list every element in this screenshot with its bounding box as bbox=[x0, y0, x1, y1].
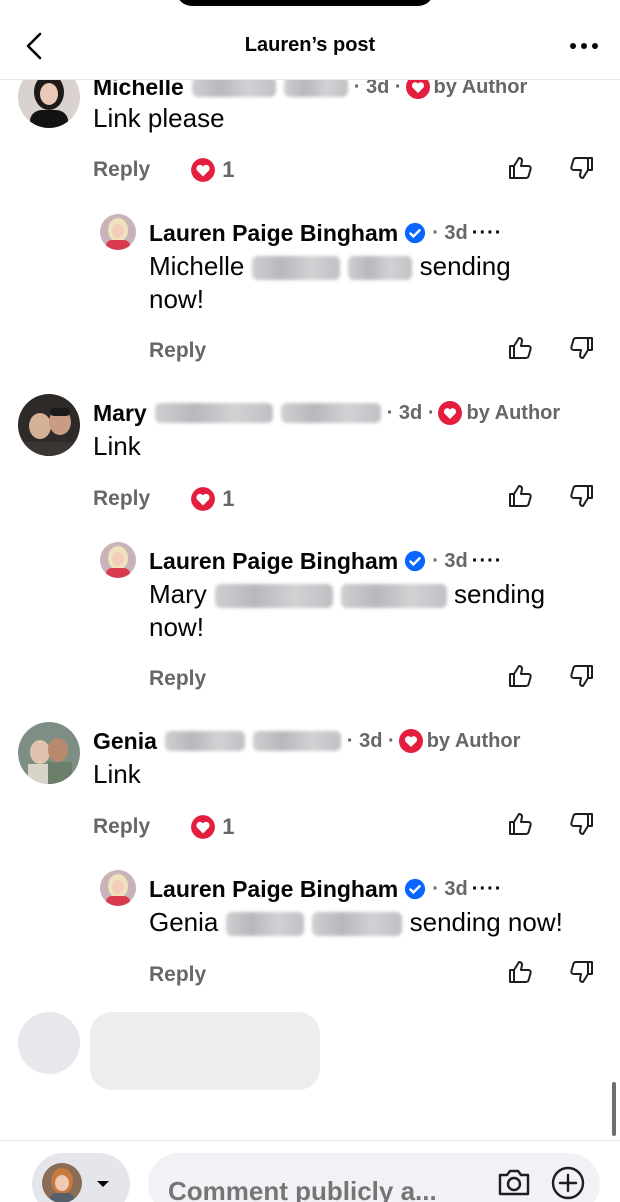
heart-icon bbox=[398, 729, 423, 753]
comment-text: Link please bbox=[93, 103, 225, 133]
downvote-icon[interactable] bbox=[568, 958, 596, 986]
upvote-icon[interactable] bbox=[506, 482, 534, 510]
avatar[interactable] bbox=[100, 870, 136, 906]
author-tag: by Author bbox=[426, 729, 521, 752]
avatar[interactable] bbox=[100, 214, 136, 250]
reply-text: Mary sending bbox=[149, 579, 546, 609]
timestamp: · 3d · bbox=[386, 401, 435, 424]
redacted-name bbox=[164, 731, 245, 751]
author-name[interactable]: Lauren Paige Bingham bbox=[149, 876, 398, 903]
comment-header: Genia · 3d · by Author bbox=[93, 726, 520, 756]
device-notch bbox=[176, 0, 434, 6]
redacted-name bbox=[226, 912, 305, 937]
top-bar: Lauren’s post bbox=[0, 0, 620, 80]
author-name[interactable]: Genia bbox=[93, 728, 157, 755]
more-horizontal-icon[interactable] bbox=[568, 40, 600, 52]
comment-text: Link bbox=[93, 431, 141, 461]
verified-badge-icon bbox=[405, 222, 426, 244]
downvote-icon[interactable] bbox=[568, 810, 596, 838]
reaction-count[interactable]: 1 bbox=[190, 486, 234, 512]
redacted-name bbox=[214, 584, 333, 609]
redacted-name bbox=[348, 256, 413, 281]
reaction-count[interactable]: 1 bbox=[190, 814, 234, 840]
verified-badge-icon bbox=[405, 878, 426, 900]
more-options-icon[interactable]: ···· bbox=[472, 550, 503, 573]
reply-text-line2: now! bbox=[149, 284, 204, 314]
timestamp: · 3d bbox=[432, 877, 468, 900]
reply-header: Lauren Paige Bingham · 3d ···· bbox=[149, 874, 502, 904]
reply-text: Genia sending now! bbox=[149, 907, 563, 937]
comment-text: Link bbox=[93, 759, 141, 789]
reply-text: Michelle sending bbox=[149, 251, 511, 281]
loading-avatar-placeholder bbox=[18, 1012, 80, 1074]
reply-button[interactable]: Reply bbox=[149, 963, 206, 987]
plus-circle-icon[interactable] bbox=[550, 1165, 586, 1201]
reply-button[interactable]: Reply bbox=[149, 667, 206, 691]
timestamp: · 3d bbox=[432, 221, 468, 244]
avatar[interactable] bbox=[18, 722, 80, 784]
comment-input[interactable] bbox=[148, 1153, 600, 1202]
timestamp: · 3d · bbox=[346, 729, 395, 752]
heart-icon bbox=[438, 401, 463, 425]
avatar bbox=[42, 1163, 82, 1202]
reply-button[interactable]: Reply bbox=[93, 487, 150, 511]
redacted-name bbox=[280, 403, 381, 423]
redacted-name bbox=[312, 912, 403, 937]
upvote-icon[interactable] bbox=[506, 154, 534, 182]
author-tag: by Author bbox=[466, 401, 561, 424]
comment-header: Mary · 3d · by Author bbox=[93, 398, 560, 428]
redacted-name bbox=[154, 403, 273, 423]
author-name[interactable]: Mary bbox=[93, 400, 147, 427]
reply-header: Lauren Paige Bingham · 3d ···· bbox=[149, 218, 502, 248]
upvote-icon[interactable] bbox=[506, 958, 534, 986]
redacted-name bbox=[283, 77, 348, 97]
reply-button[interactable]: Reply bbox=[93, 815, 150, 839]
reply-text-line2: now! bbox=[149, 612, 204, 642]
comments-list[interactable]: Michelle · 3d · by Author Link please Re… bbox=[0, 0, 620, 1140]
author-name[interactable]: Lauren Paige Bingham bbox=[149, 548, 398, 575]
downvote-icon[interactable] bbox=[568, 662, 596, 690]
upvote-icon[interactable] bbox=[506, 810, 534, 838]
verified-badge-icon bbox=[405, 550, 426, 572]
loading-comment-placeholder bbox=[90, 1012, 320, 1090]
more-options-icon[interactable]: ···· bbox=[472, 878, 503, 901]
love-reaction-icon bbox=[191, 158, 216, 182]
reply-button[interactable]: Reply bbox=[93, 158, 150, 182]
more-options-icon[interactable]: ···· bbox=[472, 222, 503, 245]
page-title: Lauren’s post bbox=[244, 34, 376, 56]
reaction-count[interactable]: 1 bbox=[190, 157, 234, 183]
reply-header: Lauren Paige Bingham · 3d ···· bbox=[149, 546, 502, 576]
avatar[interactable] bbox=[100, 542, 136, 578]
timestamp: · 3d bbox=[432, 549, 468, 572]
redacted-name bbox=[340, 584, 447, 609]
redacted-name bbox=[252, 731, 341, 751]
account-switcher[interactable] bbox=[32, 1153, 130, 1202]
reply-button[interactable]: Reply bbox=[149, 339, 206, 363]
camera-icon[interactable] bbox=[496, 1167, 532, 1197]
redacted-name bbox=[191, 77, 276, 97]
avatar[interactable] bbox=[18, 394, 80, 456]
downvote-icon[interactable] bbox=[568, 334, 596, 362]
love-reaction-icon bbox=[191, 815, 216, 839]
upvote-icon[interactable] bbox=[506, 662, 534, 690]
downvote-icon[interactable] bbox=[568, 482, 596, 510]
scrollbar[interactable] bbox=[612, 1082, 616, 1136]
downvote-icon[interactable] bbox=[568, 154, 596, 182]
comment-composer bbox=[0, 1140, 620, 1202]
redacted-name bbox=[252, 256, 341, 281]
love-reaction-icon bbox=[191, 487, 216, 511]
upvote-icon[interactable] bbox=[506, 334, 534, 362]
caret-down-icon bbox=[97, 1181, 109, 1187]
author-name[interactable]: Lauren Paige Bingham bbox=[149, 220, 398, 247]
